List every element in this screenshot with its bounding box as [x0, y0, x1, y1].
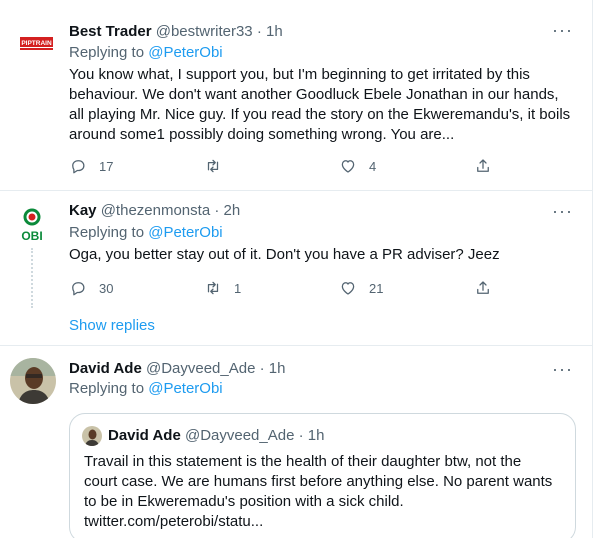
more-icon[interactable]: ···: [552, 21, 572, 44]
tweet-text: You know what, I support you, but I'm be…: [69, 66, 571, 143]
tweet-actions: 17 4: [69, 156, 509, 176]
like-icon: [341, 282, 355, 295]
tweet-text: Oga, you better stay out of it. Don't yo…: [69, 246, 500, 263]
avatar[interactable]: OBI: [12, 203, 52, 243]
display-name[interactable]: Kay: [69, 202, 97, 219]
mention-link[interactable]: @PeterObi: [148, 224, 222, 241]
reply-count: 17: [99, 158, 114, 174]
timestamp[interactable]: · 2h: [214, 202, 240, 219]
user-handle[interactable]: @bestwriter33: [156, 23, 253, 40]
piptrain-logo: PIPTRAIN: [20, 37, 53, 50]
avatar-logo-text: PIPTRAIN: [21, 40, 52, 47]
user-handle[interactable]: @thezenmonsta: [101, 202, 210, 219]
share-button[interactable]: [474, 156, 492, 176]
reply-button[interactable]: 17: [69, 156, 113, 176]
show-replies-link[interactable]: Show replies: [69, 316, 155, 336]
replying-to-label: Replying to: [69, 224, 145, 241]
quote-display-name: David Ade: [108, 427, 181, 444]
quote-header: David Ade @Dayveed_Ade · 1h: [108, 426, 324, 446]
retweet-button[interactable]: 1: [204, 278, 241, 298]
timestamp[interactable]: · 1h: [260, 360, 286, 377]
timestamp[interactable]: · 1h: [257, 23, 283, 40]
share-button[interactable]: [474, 278, 492, 298]
obi-logo: OBI: [21, 208, 43, 243]
tweet-kay[interactable]: OBI Kay @thezenmonsta · 2h ··· Replying …: [0, 191, 592, 345]
replying-to: Replying to @PeterObi: [69, 223, 223, 243]
retweet-button[interactable]: [204, 156, 234, 176]
tweet-header: David Ade @Dayveed_Ade · 1h: [69, 359, 285, 379]
tweet-actions: 30 1 21: [69, 278, 509, 298]
profile-photo: [82, 426, 102, 446]
like-button[interactable]: 21: [339, 278, 383, 298]
user-handle[interactable]: @Dayveed_Ade: [146, 360, 255, 377]
reply-button[interactable]: 30: [69, 278, 113, 298]
reply-icon: [72, 282, 85, 296]
reply-icon: [72, 160, 85, 174]
quote-avatar: [82, 426, 102, 446]
profile-photo: [10, 358, 56, 404]
more-icon[interactable]: ···: [552, 360, 572, 383]
display-name[interactable]: David Ade: [69, 360, 142, 377]
like-button[interactable]: 4: [339, 156, 376, 176]
like-count: 21: [369, 280, 384, 296]
quote-user-handle: @Dayveed_Ade: [184, 427, 295, 444]
thread-line: [31, 248, 33, 308]
replying-to: Replying to @PeterObi: [69, 379, 223, 399]
display-name[interactable]: Best Trader: [69, 23, 152, 40]
tweet-header: Best Trader @bestwriter33 · 1h: [69, 22, 283, 42]
tweet-header: Kay @thezenmonsta · 2h: [69, 201, 240, 221]
quote-timestamp: · 1h: [298, 427, 325, 444]
share-icon: [477, 281, 489, 294]
like-icon: [341, 160, 355, 173]
mention-link[interactable]: @PeterObi: [148, 380, 222, 397]
mention-link[interactable]: @PeterObi: [148, 44, 222, 61]
avatar[interactable]: PIPTRAIN: [16, 24, 56, 64]
retweet-icon: [207, 281, 219, 295]
like-count: 4: [369, 158, 377, 174]
share-icon: [477, 159, 489, 172]
avatar-logo-text: OBI: [21, 229, 42, 243]
retweet-count: 1: [234, 280, 242, 296]
tweet-best-trader[interactable]: PIPTRAIN Best Trader @bestwriter33 · 1h …: [0, 0, 592, 190]
quote-text: Travail in this statement is the health …: [84, 453, 553, 530]
replying-to: Replying to @PeterObi: [69, 43, 223, 63]
retweet-icon: [207, 159, 219, 173]
quoted-tweet[interactable]: David Ade @Dayveed_Ade · 1h Travail in t…: [69, 413, 576, 538]
timeline: PIPTRAIN Best Trader @bestwriter33 · 1h …: [0, 0, 593, 538]
more-icon[interactable]: ···: [552, 202, 572, 225]
replying-to-label: Replying to: [69, 44, 145, 61]
replying-to-label: Replying to: [69, 380, 145, 397]
avatar[interactable]: [10, 358, 56, 404]
reply-count: 30: [99, 280, 114, 296]
